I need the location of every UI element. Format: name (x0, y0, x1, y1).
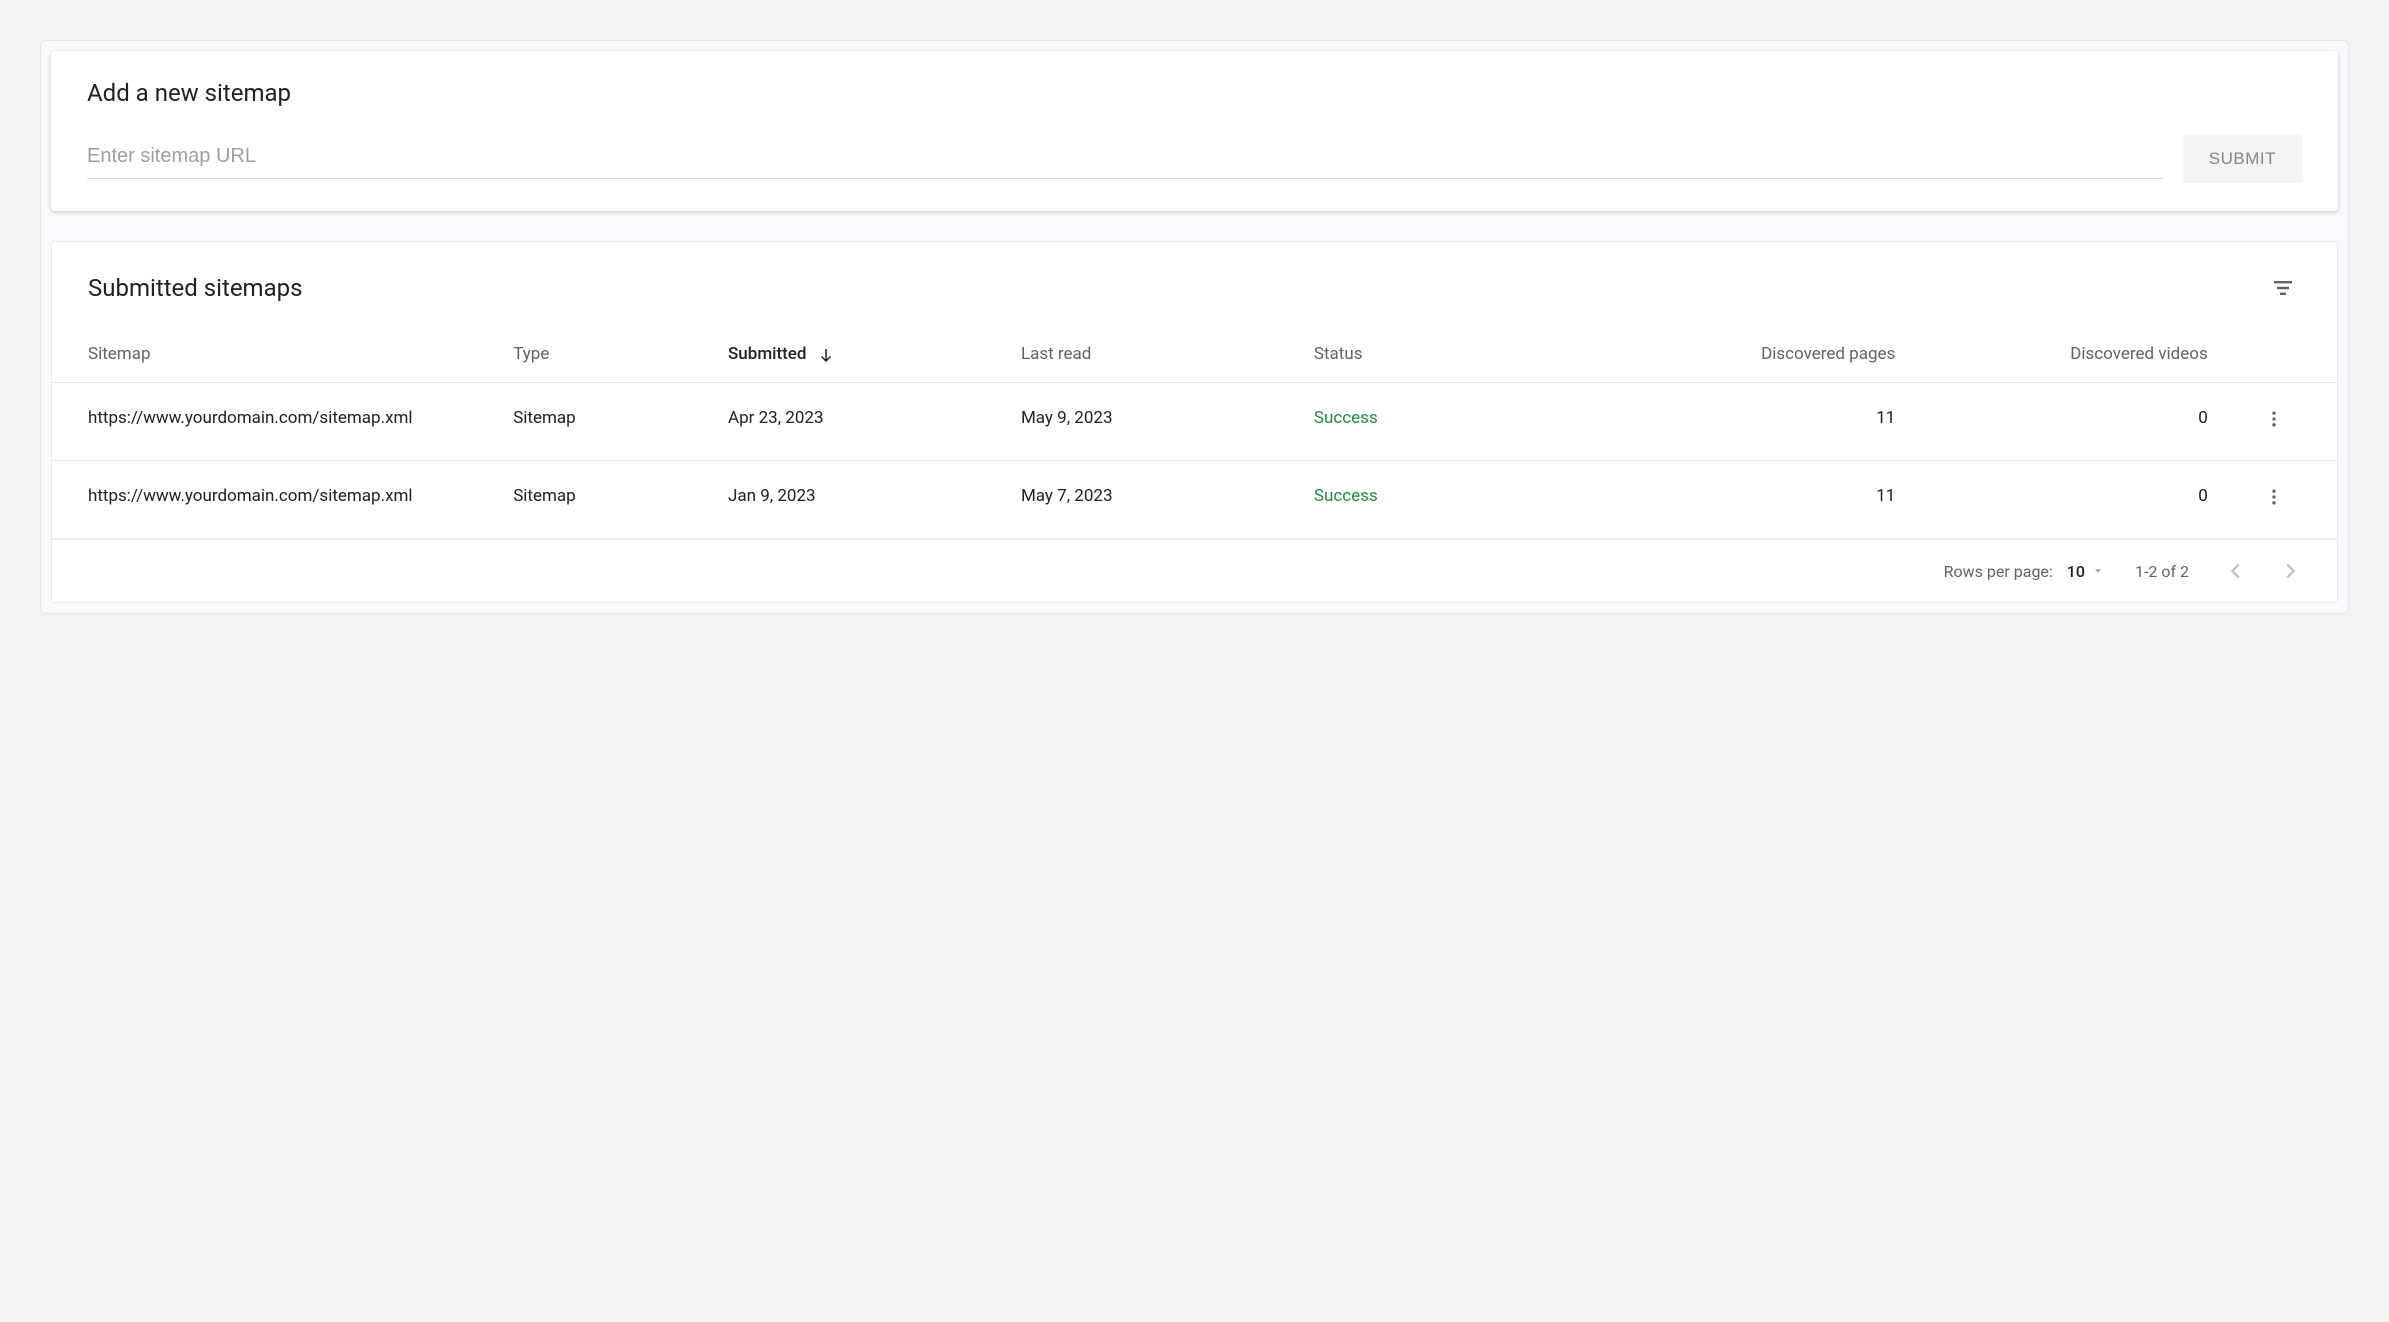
cell-pages: 11 (1595, 461, 1907, 539)
cell-status: Success (1302, 383, 1595, 461)
filter-icon (2271, 276, 2295, 300)
col-header-type[interactable]: Type (501, 326, 716, 383)
col-header-last-read[interactable]: Last read (1009, 326, 1302, 383)
cell-sitemap: https://www.yourdomain.com/sitemap.xml (52, 383, 501, 461)
rows-per-page-value: 10 (2067, 562, 2085, 581)
sitemaps-table: Sitemap Type Submitted Last read Status … (52, 326, 2337, 539)
chevron-right-icon (2279, 560, 2301, 582)
col-header-status[interactable]: Status (1302, 326, 1595, 383)
cell-status: Success (1302, 461, 1595, 539)
cell-type: Sitemap (501, 383, 716, 461)
cell-submitted: Jan 9, 2023 (716, 461, 1009, 539)
submitted-sitemaps-title: Submitted sitemaps (88, 274, 303, 302)
col-header-pages[interactable]: Discovered pages (1595, 326, 1907, 383)
next-page-button[interactable] (2273, 554, 2307, 588)
submitted-sitemaps-card: Submitted sitemaps Sitemap Type Submitte… (51, 241, 2338, 603)
col-header-submitted[interactable]: Submitted (716, 326, 1009, 383)
cell-videos: 0 (1907, 383, 2219, 461)
rows-per-page-label: Rows per page: (1944, 562, 2053, 581)
filter-button[interactable] (2265, 270, 2301, 306)
add-sitemap-card: Add a new sitemap SUBMIT (51, 51, 2338, 211)
rows-per-page-select[interactable]: 10 (2067, 562, 2105, 581)
prev-page-button[interactable] (2219, 554, 2253, 588)
row-menu-button[interactable] (2260, 405, 2288, 433)
caret-down-icon (2091, 564, 2105, 578)
more-vert-icon (2264, 487, 2284, 507)
table-row[interactable]: https://www.yourdomain.com/sitemap.xmlSi… (52, 383, 2337, 461)
cell-submitted: Apr 23, 2023 (716, 383, 1009, 461)
cell-last-read: May 9, 2023 (1009, 383, 1302, 461)
table-row[interactable]: https://www.yourdomain.com/sitemap.xmlSi… (52, 461, 2337, 539)
cell-pages: 11 (1595, 383, 1907, 461)
arrow-down-icon (817, 346, 835, 364)
col-header-videos[interactable]: Discovered videos (1907, 326, 2219, 383)
submit-button[interactable]: SUBMIT (2183, 135, 2302, 183)
add-sitemap-title: Add a new sitemap (87, 79, 2302, 107)
cell-last-read: May 7, 2023 (1009, 461, 1302, 539)
more-vert-icon (2264, 409, 2284, 429)
table-footer: Rows per page: 10 1-2 of 2 (52, 539, 2337, 602)
sitemap-url-input[interactable] (87, 139, 2163, 179)
cell-videos: 0 (1907, 461, 2219, 539)
page-container: Add a new sitemap SUBMIT Submitted sitem… (40, 40, 2349, 614)
pagination-range: 1-2 of 2 (2135, 562, 2189, 581)
col-header-submitted-label: Submitted (728, 344, 806, 364)
row-menu-button[interactable] (2260, 483, 2288, 511)
cell-sitemap: https://www.yourdomain.com/sitemap.xml (52, 461, 501, 539)
cell-type: Sitemap (501, 461, 716, 539)
col-header-sitemap[interactable]: Sitemap (52, 326, 501, 383)
chevron-left-icon (2225, 560, 2247, 582)
